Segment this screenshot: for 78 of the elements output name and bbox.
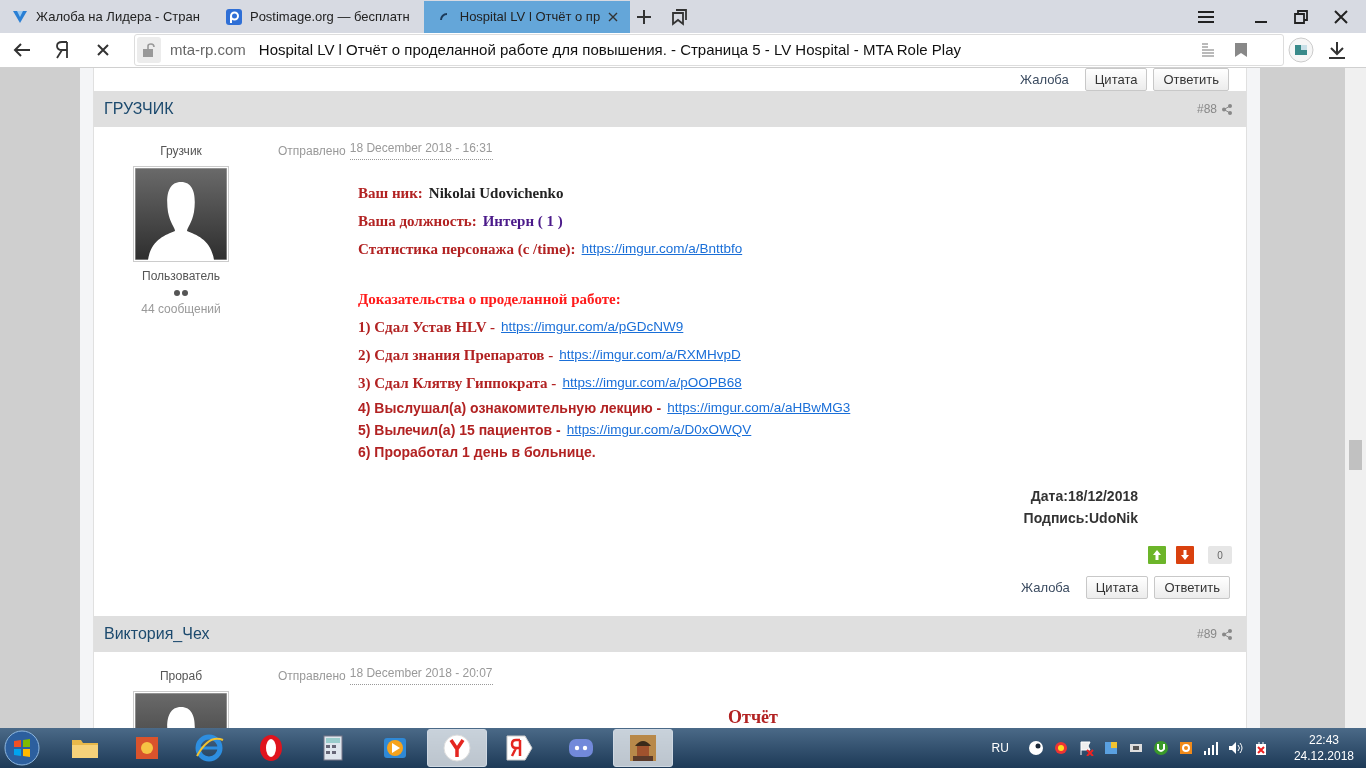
- rank-dots-icon: [173, 289, 189, 297]
- link[interactable]: https://imgur.com/a/RXMHvpD: [559, 344, 741, 366]
- field-value: Интерн ( 1 ): [482, 211, 563, 231]
- link[interactable]: https://imgur.com/a/Bnttbfo: [581, 238, 743, 260]
- section-heading: Доказательства о проделанной работе:: [358, 289, 621, 309]
- p-logo-icon: [225, 9, 242, 25]
- field-label: Ваш ник:: [358, 183, 423, 203]
- close-icon[interactable]: [608, 12, 619, 22]
- clock[interactable]: 22:43 24.12.2018: [1293, 732, 1354, 764]
- sent-label: Отправлено: [278, 668, 346, 685]
- download-icon[interactable]: [1328, 41, 1346, 59]
- back-icon[interactable]: [13, 42, 31, 58]
- field-label: Статистика персонажа (с /time):: [358, 239, 576, 259]
- close-icon[interactable]: [1334, 10, 1348, 24]
- field-label: 2) Сдал знания Препаратов -: [358, 345, 554, 365]
- tab-title: Жалоба на Лидера - Стран: [36, 8, 200, 27]
- thumbs-up-icon[interactable]: [1148, 546, 1166, 564]
- extension-icon[interactable]: [1288, 37, 1314, 63]
- rating-count: 0: [1208, 546, 1232, 564]
- restore-icon[interactable]: [1294, 10, 1308, 24]
- post-action-button[interactable]: Цитата: [1085, 576, 1149, 599]
- signature-text: Дата:18/12/2018: [1030, 486, 1138, 506]
- taskbar-app[interactable]: [613, 729, 673, 767]
- field-label: Ваша должность:: [358, 211, 477, 231]
- user-title: Грузчик: [160, 143, 202, 160]
- signature-text: Подпись:UdoNik: [1023, 508, 1138, 528]
- flag-icon[interactable]: [1077, 740, 1094, 756]
- bookmark-icon[interactable]: [1235, 43, 1247, 57]
- field-label: 6) Проработал 1 день в больнице.: [358, 442, 596, 462]
- loading-icon: [439, 13, 448, 21]
- bookmarks-icon[interactable]: [670, 8, 689, 26]
- signal-icon[interactable]: [1202, 740, 1219, 756]
- user-group: Пользователь: [142, 267, 220, 285]
- window-icon[interactable]: [1102, 740, 1119, 756]
- plus-icon[interactable]: [636, 9, 653, 25]
- link[interactable]: https://imgur.com/a/pGDcNW9: [501, 316, 684, 338]
- start-button-icon[interactable]: [3, 729, 41, 767]
- report-title: Отчёт: [728, 706, 778, 728]
- share-icon[interactable]: [1222, 103, 1232, 115]
- post-date: 18 December 2018 - 20:07: [349, 667, 493, 685]
- post-author[interactable]: ГРУЗЧИК: [104, 97, 174, 121]
- field-value: Nikolai Udovichenko: [428, 183, 564, 203]
- address-field[interactable]: mta-rp.com Hospital LV l Отчёт о проделанной работе для повышения. - Страница 5 - LV Hospital - MTA Role Play: [134, 34, 1284, 66]
- post-count: 44 сообщений: [141, 301, 221, 318]
- avatar-silhouette-icon: [135, 168, 227, 260]
- clock-time: 22:43: [1308, 732, 1339, 748]
- language-indicator[interactable]: RU: [991, 739, 1009, 757]
- link[interactable]: https://imgur.com/a/pOOPB68: [562, 372, 742, 394]
- post-action-button[interactable]: Ответить: [1154, 576, 1230, 599]
- report-link[interactable]: Жалоба: [1021, 577, 1070, 598]
- tab-title: Hospital LV l Отчёт о пр: [459, 8, 601, 27]
- tab-title: Postimage.org — бесплатн: [249, 8, 410, 27]
- link[interactable]: https://imgur.com/a/D0xOWQV: [566, 419, 752, 441]
- field-label: 1) Сдал Устав HLV -: [358, 317, 495, 337]
- lock-icon: [142, 43, 156, 57]
- clock-date: 24.12.2018: [1293, 748, 1354, 764]
- share-icon[interactable]: [1222, 628, 1232, 640]
- page-title: Hospital LV l Отчёт о проделанной работе для повышения. - Страница 5 - LV Hospital - MTA Role Play: [258, 39, 961, 60]
- field-label: 5) Вылечил(а) 15 пациентов -: [358, 420, 561, 440]
- volume-icon[interactable]: [1227, 740, 1244, 756]
- address-domain: mta-rp.com: [170, 39, 246, 60]
- post-date: 18 December 2018 - 16:31: [349, 142, 493, 160]
- scrollbar-thumb[interactable]: [1349, 440, 1362, 470]
- app-tray-icon[interactable]: [1177, 740, 1194, 756]
- post-action-button[interactable]: Ответить: [1153, 68, 1229, 91]
- report-link[interactable]: Жалоба: [1020, 69, 1069, 90]
- browser-tab[interactable]: Hospital LV l Отчёт о пр: [423, 1, 631, 33]
- v-logo-icon: [12, 9, 28, 25]
- sent-label: Отправлено: [278, 143, 346, 160]
- post-author[interactable]: Виктория_Чех: [104, 622, 210, 646]
- field-label: 3) Сдал Клятву Гиппократа -: [358, 373, 557, 393]
- link[interactable]: https://imgur.com/a/aHBwMG3: [667, 397, 851, 419]
- field-label: 4) Выслушал(а) ознакомительную лекцию -: [358, 398, 662, 418]
- post-action-button[interactable]: Цитата: [1084, 68, 1148, 91]
- stop-icon[interactable]: [97, 44, 109, 56]
- menu-icon[interactable]: [1198, 11, 1214, 23]
- thumbs-down-icon[interactable]: [1176, 546, 1194, 564]
- user-title: Прораб: [159, 668, 203, 685]
